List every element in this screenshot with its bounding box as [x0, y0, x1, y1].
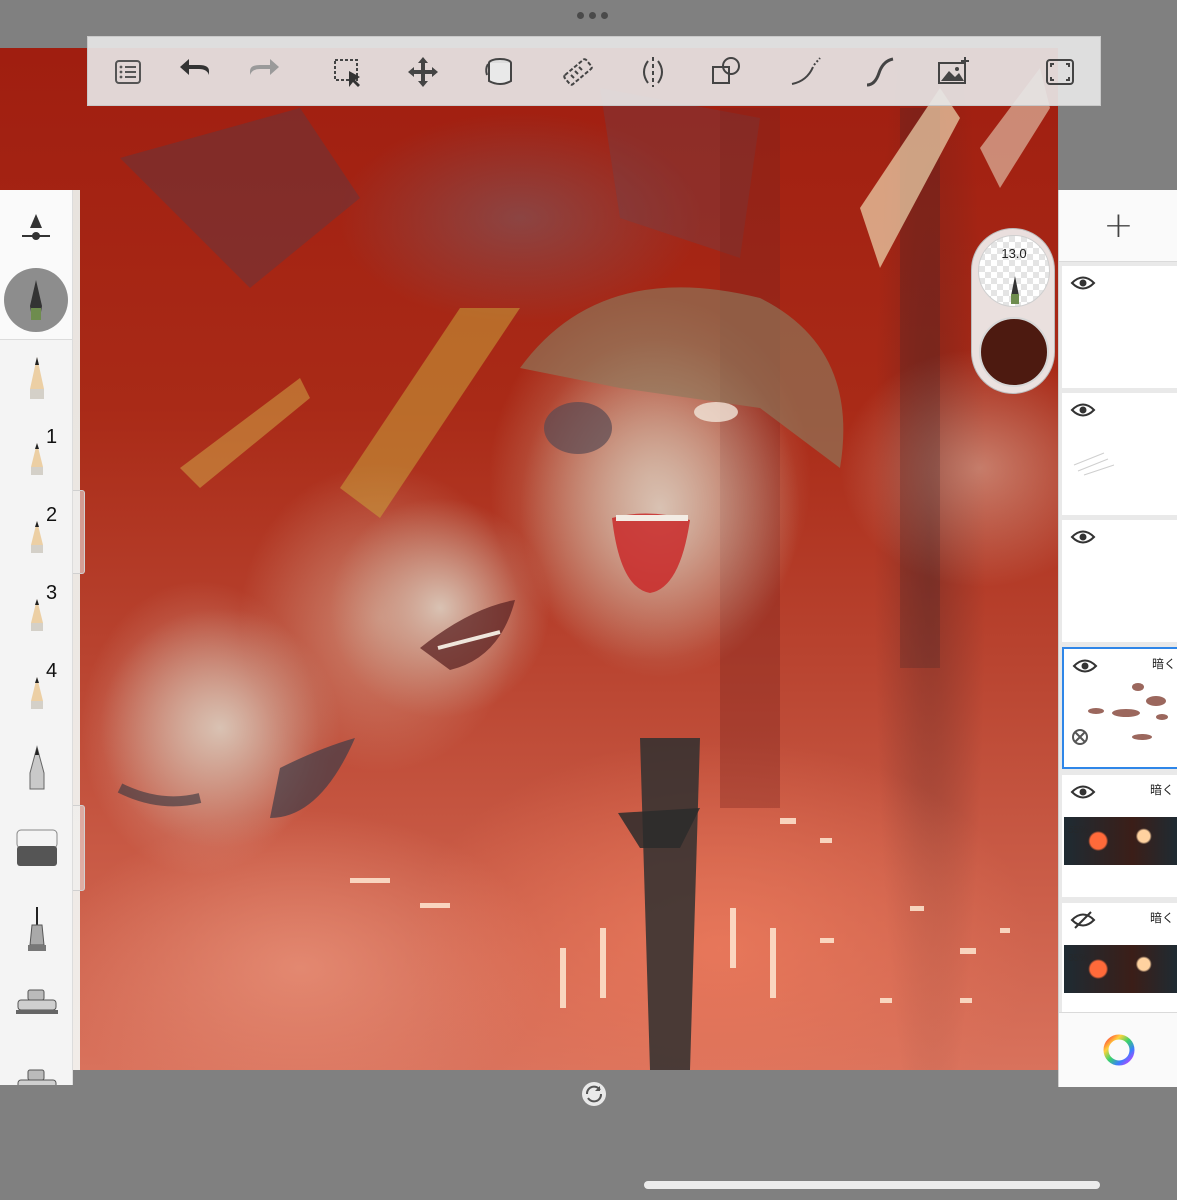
eye-icon[interactable]: [1070, 783, 1096, 801]
eye-hidden-icon[interactable]: [1070, 911, 1096, 929]
artwork: [100, 68, 1050, 1070]
fill-bucket-icon[interactable]: [480, 53, 520, 91]
brush-slot-number: 4: [46, 660, 58, 682]
layer-item[interactable]: 暗く: [1062, 647, 1177, 769]
layer-thumbnail: [1064, 562, 1177, 610]
color-swatch[interactable]: [979, 317, 1049, 387]
brush-size-opacity-icon[interactable]: [18, 210, 54, 246]
symmetry-icon[interactable]: [633, 53, 673, 91]
layer-item[interactable]: [1062, 266, 1177, 388]
layer-item[interactable]: 暗く 55%: [1062, 775, 1177, 897]
shapes-icon[interactable]: [706, 53, 746, 91]
layer-item[interactable]: 暗く 85%: [1062, 903, 1177, 1025]
add-layer-button[interactable]: +: [1059, 190, 1177, 262]
brush-slot-number: 1: [46, 426, 58, 448]
add-image-icon[interactable]: [934, 53, 974, 91]
technical-pen-icon[interactable]: [0, 894, 72, 966]
home-indicator[interactable]: [644, 1181, 1100, 1189]
fullscreen-icon[interactable]: [1040, 53, 1080, 91]
ballpoint-pen-icon[interactable]: [0, 732, 72, 804]
current-brush-preview[interactable]: [4, 268, 68, 332]
undo-icon[interactable]: [176, 53, 216, 91]
eye-icon[interactable]: [1070, 401, 1096, 419]
brush-puck[interactable]: 13.0: [971, 228, 1055, 394]
selection-icon[interactable]: [328, 53, 368, 91]
top-toolbar: [87, 36, 1101, 106]
drawing-canvas[interactable]: [0, 48, 1058, 1070]
brush-slot-number: 2: [46, 504, 58, 526]
layer-blend-mode[interactable]: 暗く: [1150, 781, 1174, 798]
brush-size-control[interactable]: 13.0: [978, 235, 1050, 307]
brush-slot-number: 3: [46, 582, 58, 604]
layer-item[interactable]: [1062, 393, 1177, 515]
menu-list-icon[interactable]: [108, 53, 148, 91]
layer-blend-mode[interactable]: 暗く: [1150, 909, 1174, 926]
layer-thumbnail: [1066, 671, 1177, 751]
brush-properties-area: [0, 190, 72, 340]
rotate-canvas-icon[interactable]: [580, 1080, 608, 1108]
layers-panel: + 暗く 暗く 55% 暗く 85%: [1058, 190, 1177, 1087]
pencil-brush-2-icon[interactable]: 2: [0, 496, 72, 568]
pencil-brush-3-icon[interactable]: 3: [0, 574, 72, 646]
airbrush-icon[interactable]: [0, 968, 72, 1040]
brush-palette: 1 2 3 4: [0, 190, 73, 1085]
steady-stroke-icon[interactable]: [860, 53, 900, 91]
layer-opacity: 85%: [1068, 953, 1089, 964]
pencil-tip-icon: [1011, 276, 1019, 304]
ruler-icon[interactable]: [558, 53, 598, 91]
color-wheel-button[interactable]: [1059, 1012, 1177, 1087]
eye-icon[interactable]: [1070, 528, 1096, 546]
eye-icon[interactable]: [1070, 274, 1096, 292]
layer-thumbnail: [1064, 308, 1177, 356]
layer-opacity: 55%: [1068, 825, 1089, 836]
airbrush-2-icon[interactable]: [0, 1040, 72, 1085]
layer-thumbnail: [1064, 435, 1177, 483]
eraser-icon[interactable]: [0, 812, 72, 884]
add-layer-label: +: [1103, 205, 1134, 246]
predictive-stroke-icon[interactable]: [786, 53, 826, 91]
layer-blend-mode[interactable]: 暗く: [1152, 655, 1176, 672]
layer-item[interactable]: [1062, 520, 1177, 642]
toolbar-drag-handle[interactable]: [577, 12, 608, 19]
pencil-brush-icon[interactable]: [0, 342, 72, 414]
color-wheel-icon: [1103, 1034, 1134, 1066]
pencil-brush-1-icon[interactable]: 1: [0, 418, 72, 490]
brush-panel-tab[interactable]: [73, 805, 85, 891]
move-transform-icon[interactable]: [403, 53, 443, 91]
pencil-brush-4-icon[interactable]: 4: [0, 652, 72, 724]
redo-icon[interactable]: [243, 53, 283, 91]
brush-panel-tab[interactable]: [73, 490, 85, 574]
